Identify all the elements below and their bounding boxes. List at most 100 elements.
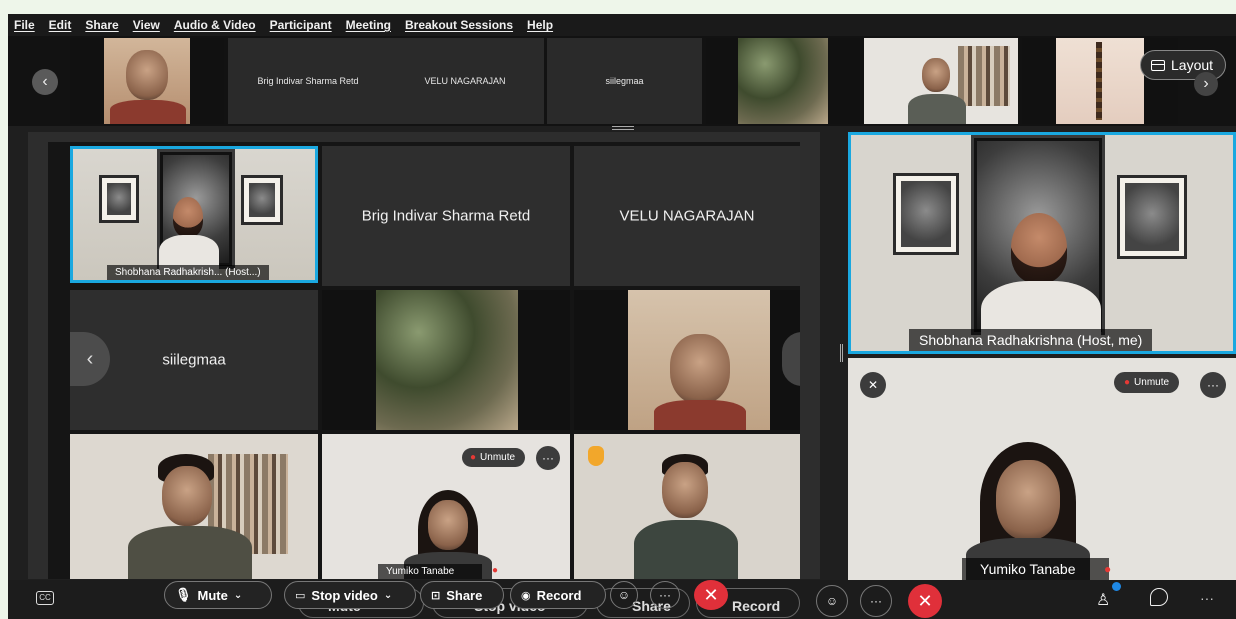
- grid-tile-tree[interactable]: [322, 290, 570, 430]
- mic-icon: 🎙: [175, 587, 192, 602]
- spotlight-host-name-tag: Shobhana Radhakrishna (Host, me): [909, 329, 1153, 351]
- grid-tile-brig[interactable]: Brig Indivar Sharma Retd: [322, 146, 570, 286]
- meeting-toolbar: CC Mute Stop video Share Record 🎙 Mute ⌄…: [8, 580, 1236, 619]
- record-icon: ◉: [521, 589, 531, 602]
- filmstrip-thumb-velu[interactable]: VELU NAGARAJAN: [387, 38, 543, 124]
- portrait-frame: [1117, 175, 1187, 259]
- filmstrip: ‹ Brig Indivar Sharma Retd VELU NAGARAJA…: [8, 36, 1236, 126]
- grid-tile-man[interactable]: [70, 434, 318, 579]
- video-grid: Shobhana Radhakrish... (Host...) Brig In…: [48, 142, 800, 579]
- raised-hand-icon: [588, 446, 604, 466]
- leave-meeting-button-right[interactable]: ✕: [908, 584, 942, 618]
- spotlight-host-video[interactable]: Shobhana Radhakrishna (Host, me): [848, 132, 1236, 354]
- participant-shirt: [634, 520, 738, 579]
- participants-icon[interactable]: ♙: [1096, 590, 1110, 610]
- video-grid-panel: Shobhana Radhakrish... (Host...) Brig In…: [28, 132, 820, 579]
- filmstrip-next-button[interactable]: ›: [1194, 72, 1218, 96]
- menu-help[interactable]: Help: [527, 18, 553, 32]
- filmstrip-thumb-velu-video[interactable]: [70, 38, 224, 124]
- participant-shirt: [654, 400, 746, 430]
- reactions-button[interactable]: ☺: [610, 581, 638, 609]
- grid-tile-siilegmaa[interactable]: siilegmaa ‹: [70, 290, 318, 430]
- grid-yumiko-name-tag: Yumiko Tanabe: [378, 564, 483, 579]
- reactions-button-right[interactable]: ☺: [816, 585, 848, 617]
- filmstrip-thumb-tree[interactable]: [706, 38, 860, 124]
- participant-face: [162, 466, 212, 526]
- video-feed: [376, 290, 518, 430]
- camera-icon: ▭: [295, 589, 306, 602]
- filmstrip-prev-button[interactable]: ‹: [32, 69, 58, 95]
- unmute-label: Unmute: [1134, 377, 1170, 388]
- muted-mic-icon: ●: [492, 565, 499, 576]
- more-options-button-right[interactable]: ···: [860, 585, 892, 617]
- filmstrip-name: VELU NAGARAJAN: [424, 76, 506, 86]
- video-feed: [738, 38, 828, 124]
- grid-unmute-button[interactable]: ● Unmute: [462, 448, 526, 467]
- participant-face: [922, 58, 950, 92]
- more-menu-icon[interactable]: ···: [1200, 590, 1214, 606]
- share-label: Share: [446, 587, 483, 603]
- more-options-button[interactable]: ···: [650, 581, 680, 609]
- grid-next-button[interactable]: [782, 332, 800, 386]
- grid-tile-name: Brig Indivar Sharma Retd: [361, 207, 531, 225]
- resize-handle-top[interactable]: [612, 126, 634, 130]
- menu-bar: File Edit Share View Audio & Video Parti…: [8, 14, 1236, 36]
- spotlight-more-button[interactable]: ···: [1200, 372, 1226, 398]
- mute-button[interactable]: 🎙 Mute ⌄: [164, 581, 272, 609]
- participant-shirt: [908, 94, 966, 124]
- muted-mic-icon: ●: [470, 452, 477, 463]
- record-button[interactable]: ◉ Record: [510, 581, 606, 609]
- participant-face: [996, 460, 1060, 540]
- muted-mic-icon: ●: [1104, 562, 1112, 576]
- share-icon: ⊡: [431, 589, 441, 602]
- mute-label: Mute: [197, 587, 228, 603]
- captions-icon[interactable]: CC: [36, 591, 54, 605]
- notification-dot: [1112, 582, 1121, 591]
- participant-shirt: [110, 100, 186, 124]
- spotlight-yumiko-video[interactable]: ✕ ● Unmute ··· Yumiko Tanabe ●: [848, 358, 1236, 580]
- filmstrip-thumb-siilegmaa[interactable]: siilegmaa: [547, 38, 702, 124]
- ghost-record-label: Record: [732, 598, 781, 614]
- portrait-frame: [893, 173, 959, 255]
- filmstrip-name: siilegmaa: [605, 76, 644, 86]
- stop-video-button[interactable]: ▭ Stop video ⌄: [284, 581, 416, 609]
- unmute-label: Unmute: [480, 452, 516, 463]
- grid-more-button[interactable]: ···: [536, 446, 560, 470]
- portrait-frame: [241, 175, 283, 225]
- stop-video-label: Stop video: [311, 587, 378, 603]
- resize-handle-side[interactable]: [840, 344, 843, 362]
- grid-tile-yumiko[interactable]: ● Unmute ··· Yumiko Tanabe ●: [322, 434, 570, 579]
- layout-icon: [1151, 59, 1165, 71]
- menu-audio-video[interactable]: Audio & Video: [174, 18, 256, 32]
- leave-meeting-button[interactable]: ✕: [694, 580, 728, 610]
- participant-face: [1011, 213, 1067, 283]
- grid-tile-headset[interactable]: [574, 434, 800, 579]
- chevron-down-icon[interactable]: ⌄: [384, 590, 392, 601]
- chevron-down-icon[interactable]: ⌄: [234, 590, 242, 601]
- menu-file[interactable]: File: [14, 18, 35, 32]
- grid-host-name-tag: Shobhana Radhakrish... (Host...): [107, 265, 269, 280]
- menu-edit[interactable]: Edit: [49, 18, 72, 32]
- menu-meeting[interactable]: Meeting: [346, 18, 391, 32]
- chat-icon[interactable]: [1150, 588, 1168, 606]
- participant-face: [428, 500, 468, 550]
- layout-label: Layout: [1171, 57, 1214, 73]
- grid-tile-host[interactable]: Shobhana Radhakrish... (Host...): [70, 146, 318, 283]
- plant-vine: [1096, 42, 1102, 120]
- spotlight-yumiko-name-tag: Yumiko Tanabe: [962, 558, 1110, 580]
- unpin-icon[interactable]: ✕: [860, 372, 886, 398]
- share-button[interactable]: ⊡ Share: [420, 581, 504, 609]
- grid-tile-velu-video[interactable]: [574, 290, 800, 430]
- menu-view[interactable]: View: [133, 18, 160, 32]
- filmstrip-thumb-man[interactable]: [864, 38, 1018, 124]
- menu-share[interactable]: Share: [85, 18, 118, 32]
- grid-tile-velu[interactable]: VELU NAGARAJAN: [574, 146, 800, 286]
- app-window: File Edit Share View Audio & Video Parti…: [8, 14, 1236, 619]
- spotlight-unmute-button[interactable]: ● Unmute: [1114, 372, 1180, 393]
- menu-breakout-sessions[interactable]: Breakout Sessions: [405, 18, 513, 32]
- muted-mic-icon: ●: [1124, 377, 1131, 388]
- participant-face: [670, 334, 730, 404]
- grid-prev-button[interactable]: ‹: [70, 332, 110, 386]
- portrait-frame: [99, 175, 139, 223]
- menu-participant[interactable]: Participant: [270, 18, 332, 32]
